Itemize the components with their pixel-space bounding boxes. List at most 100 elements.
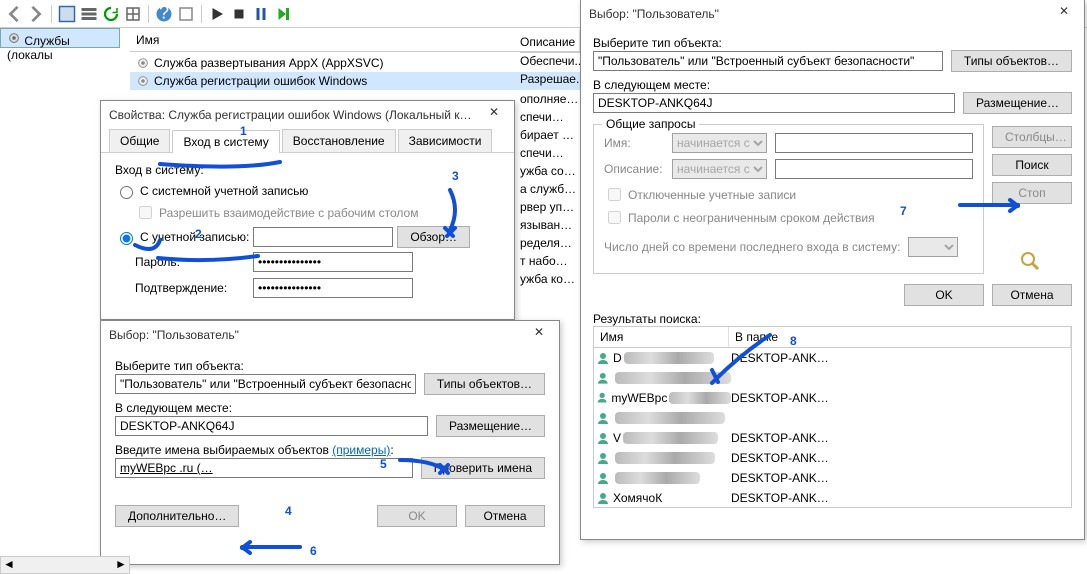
radio-local-system[interactable]: С системной учетной записью [115, 183, 500, 199]
object-type-label: Выберите тип объекта: [593, 36, 1072, 50]
play-icon[interactable] [207, 4, 227, 24]
object-type-field[interactable] [593, 51, 943, 71]
svc-desc-cell: бирает … [520, 126, 578, 144]
dialog-titlebar: Свойства: Служба регистрации ошибок Wind… [101, 101, 514, 129]
extras-icon[interactable] [176, 4, 196, 24]
radio-this-account[interactable]: С учетной записью: Обзор… [115, 226, 500, 248]
results-header: Имя В папке [593, 326, 1072, 348]
ok-button[interactable]: OK [904, 284, 984, 306]
result-row[interactable]: VDESKTOP-ANK… [594, 428, 1071, 448]
service-name: Служба развертывания AppX (AppXSVC) [154, 56, 384, 70]
object-names-input[interactable] [115, 458, 413, 478]
help-icon[interactable]: ? [154, 4, 174, 24]
result-row[interactable]: ХомячоКDESKTOP-ANK… [594, 488, 1071, 508]
dialog-titlebar: Выбор: "Пользователь" ✕ [101, 321, 559, 349]
col-description[interactable]: Описание [520, 32, 580, 53]
tab-recovery[interactable]: Восстановление [282, 129, 396, 152]
results-label: Результаты поиска: [593, 312, 1072, 326]
nonexpiring-checkbox [608, 211, 621, 224]
checkbox-label: Отключенные учетные записи [628, 188, 796, 202]
account-input[interactable] [253, 227, 393, 247]
user-icon [596, 351, 610, 365]
common-queries-group: Общие запросы Имя: начинается с Описание… [593, 124, 984, 274]
scroll-right-icon[interactable]: ► [113, 557, 129, 573]
refresh-icon[interactable] [101, 4, 121, 24]
service-row-selected[interactable]: Служба регистрации ошибок Windows [130, 72, 580, 90]
checkbox-allow-desktop-input [139, 206, 152, 219]
services-list-header: Имя [130, 30, 580, 52]
svc-desc-overflow: ополняе…спечи…бирает …спечи…ужба со…а сл… [520, 90, 578, 288]
enter-names-label: Введите имена выбираемых объектов [115, 443, 329, 457]
advanced-button[interactable]: Дополнительно… [115, 505, 239, 527]
result-name: myWEBpc [611, 391, 667, 405]
scroll-left-icon[interactable]: ◄ [1, 557, 17, 573]
result-row[interactable]: DESKTOP-ANK… [594, 448, 1071, 468]
locations-button[interactable]: Размещение… [963, 92, 1072, 114]
check-names-button[interactable]: Проверить имена [421, 457, 545, 479]
confirm-input[interactable] [253, 278, 413, 298]
list-icon[interactable] [79, 4, 99, 24]
close-icon[interactable]: ✕ [1052, 4, 1076, 24]
svc-desc-cell: ужба ко… [520, 270, 578, 288]
svc-desc-cell: языван… [520, 216, 578, 234]
checkbox-label: Разрешить взаимодействие с рабочим столо… [159, 206, 418, 220]
ok-button[interactable]: OK [377, 505, 457, 527]
export-icon[interactable] [123, 4, 143, 24]
user-icon [596, 371, 610, 385]
service-name: Служба регистрации ошибок Windows [154, 74, 367, 88]
from-location-field[interactable] [115, 416, 428, 436]
password-input[interactable] [253, 252, 413, 272]
from-location-label: В следующем месте: [593, 78, 1072, 92]
name-filter-label: Имя: [604, 136, 664, 150]
stop-icon[interactable] [229, 4, 249, 24]
cancel-button[interactable]: Отмена [465, 505, 545, 527]
restart-icon[interactable] [273, 4, 293, 24]
radio-label: С учетной записью: [140, 230, 249, 244]
svc-desc-cell: рвер уп… [520, 198, 578, 216]
desc-filter-label: Описание: [604, 162, 664, 176]
tab-logon[interactable]: Вход в систему [172, 130, 279, 153]
result-folder: DESKTOP-ANK… [731, 451, 1069, 465]
dialog-select-user-advanced: Выбор: "Пользователь" ✕ Выберите тип объ… [580, 0, 1085, 540]
radio-local-system-input[interactable] [120, 186, 133, 199]
desc-match-select: начинается с [672, 159, 767, 179]
tab-dependencies[interactable]: Зависимости [398, 129, 493, 152]
h-scrollbar[interactable]: ◄ ► [0, 556, 130, 574]
svc-desc-cell: Обеспечи... [520, 54, 584, 68]
col-folder[interactable]: В папке [729, 327, 1071, 347]
col-name[interactable]: Имя [594, 327, 729, 347]
close-icon[interactable]: ✕ [527, 325, 551, 345]
object-type-label: Выберите тип объекта: [115, 359, 545, 373]
result-row[interactable]: DESKTOP-ANK… [594, 468, 1071, 488]
result-row[interactable]: DDESKTOP-ANK… [594, 348, 1071, 368]
dialog-titlebar: Выбор: "Пользователь" ✕ [581, 0, 1084, 28]
object-type-field[interactable] [115, 374, 416, 394]
from-location-field[interactable] [593, 93, 955, 113]
close-icon[interactable]: ✕ [482, 105, 506, 125]
tab-general[interactable]: Общие [109, 129, 170, 152]
cancel-button[interactable]: Отмена [992, 284, 1072, 306]
pause-icon[interactable] [251, 4, 271, 24]
from-location-label: В следующем месте: [115, 401, 545, 415]
find-now-button[interactable]: Поиск [992, 154, 1072, 176]
properties-icon[interactable] [57, 4, 77, 24]
forward-icon[interactable] [26, 4, 46, 24]
browse-button[interactable]: Обзор… [397, 226, 470, 248]
result-row[interactable] [594, 368, 1071, 388]
result-row[interactable] [594, 408, 1071, 428]
service-row[interactable]: Служба развертывания AppX (AppXSVC) [130, 54, 580, 72]
gear-icon [136, 56, 150, 70]
examples-link[interactable]: (примеры) [332, 443, 390, 457]
col-name[interactable]: Имя [130, 30, 580, 51]
locations-button[interactable]: Размещение… [436, 415, 545, 437]
results-list[interactable]: DDESKTOP-ANK…myWEBpcDESKTOP-ANK…VDESKTOP… [593, 348, 1072, 508]
gear-icon [136, 74, 150, 88]
radio-this-account-input[interactable] [120, 232, 133, 245]
user-icon [596, 391, 608, 405]
tree-item-services[interactable]: Службы (локалы [0, 28, 120, 48]
object-types-button[interactable]: Типы объектов… [951, 50, 1072, 72]
dialog-select-user-small: Выбор: "Пользователь" ✕ Выберите тип объ… [100, 320, 560, 565]
back-icon[interactable] [4, 4, 24, 24]
object-types-button[interactable]: Типы объектов… [424, 373, 545, 395]
result-row[interactable]: myWEBpcDESKTOP-ANK… [594, 388, 1071, 408]
